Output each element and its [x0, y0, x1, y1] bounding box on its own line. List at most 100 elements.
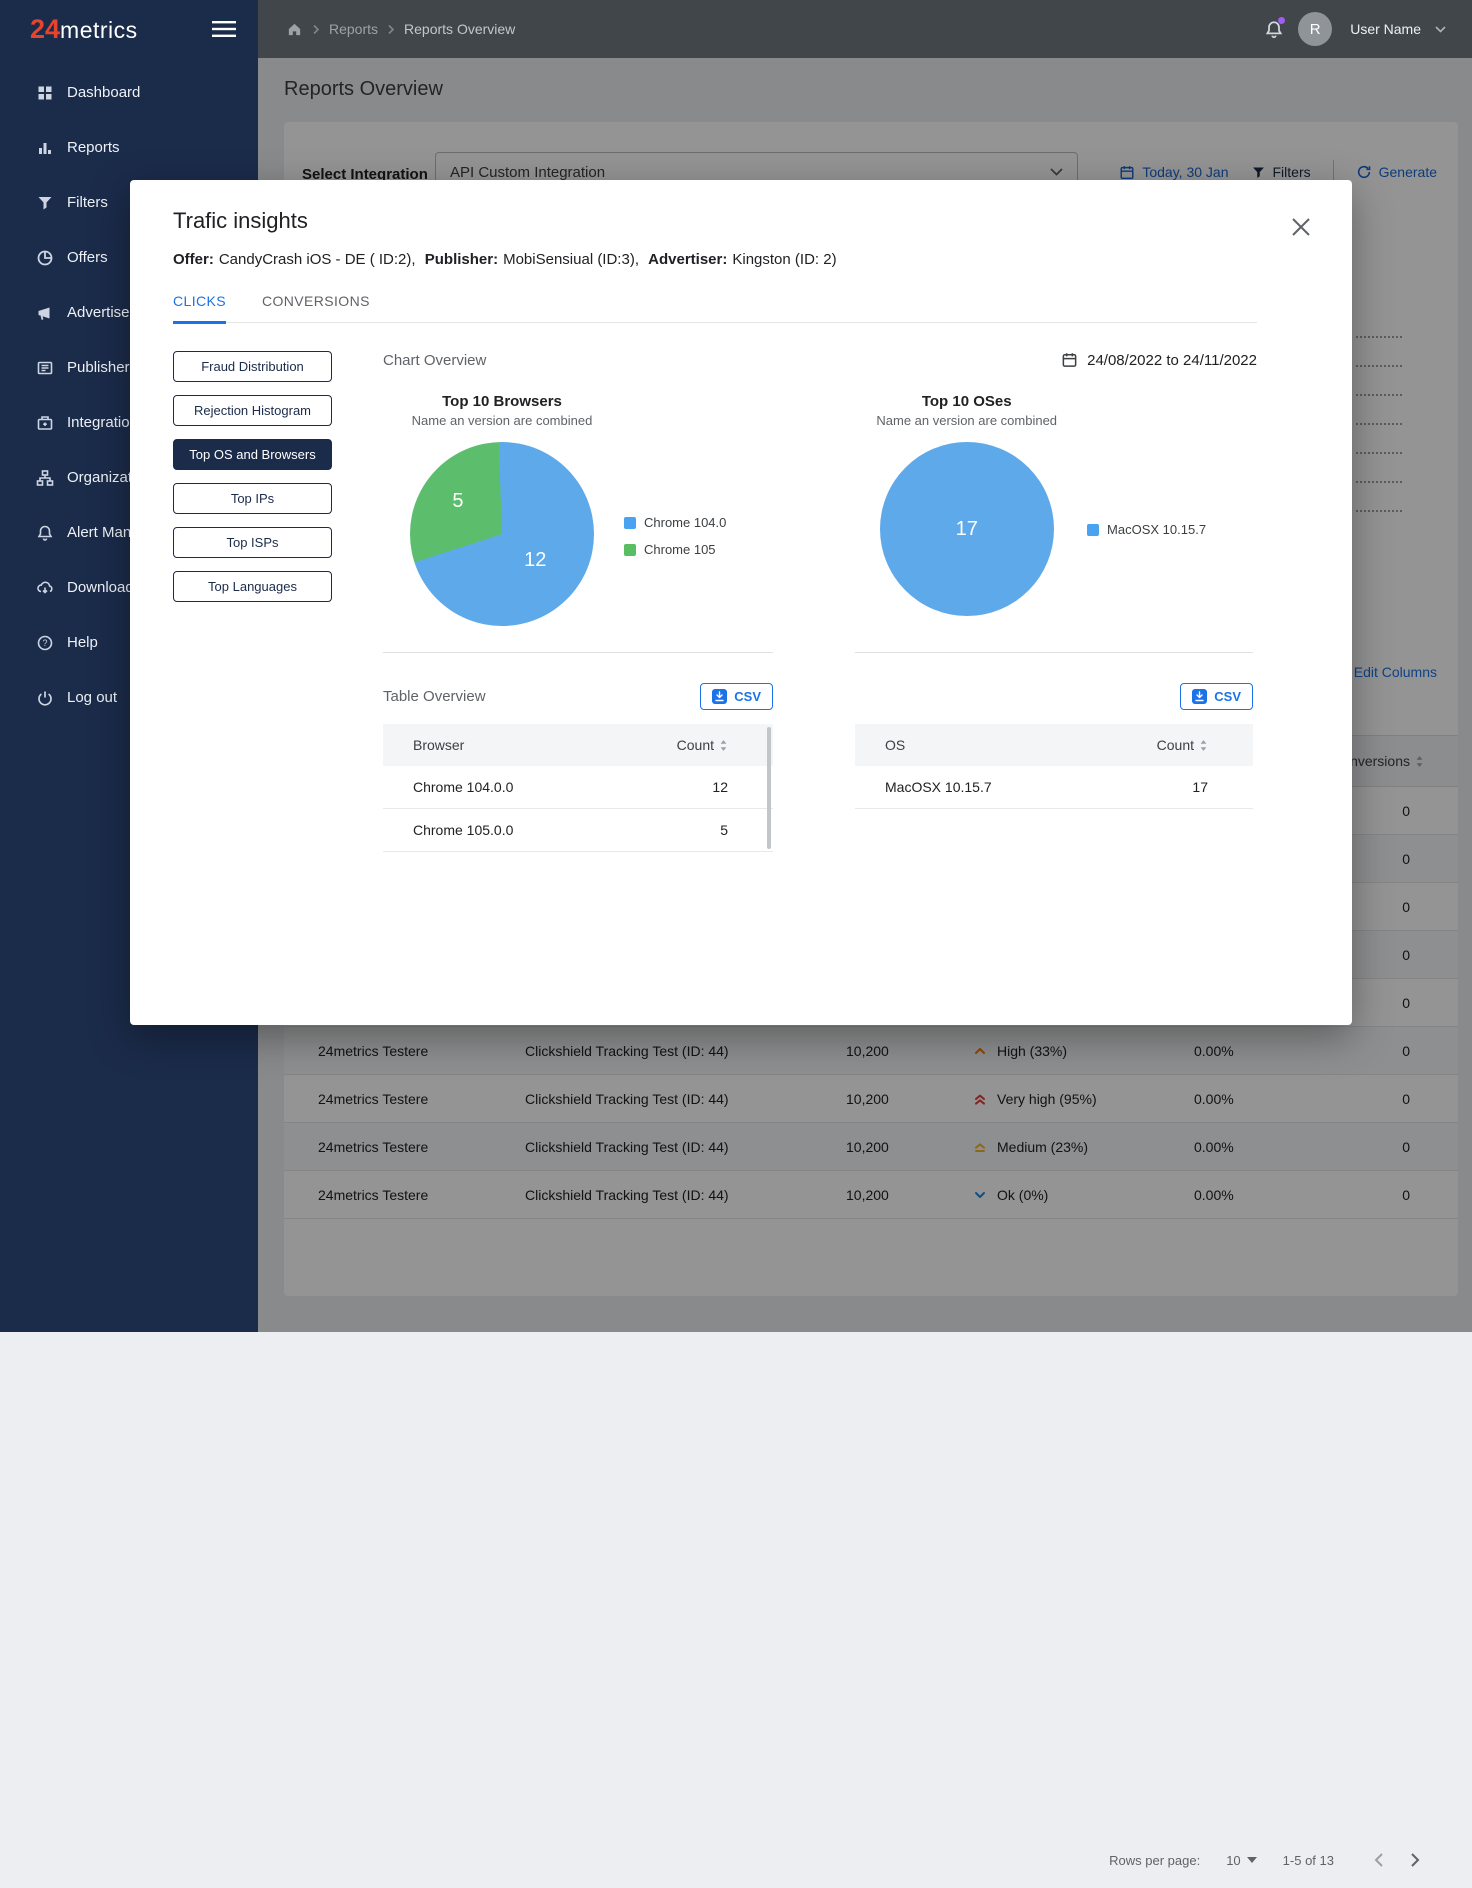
- legend-swatch-blue: [624, 517, 636, 529]
- rejection-histogram-button[interactable]: Rejection Histogram: [173, 395, 332, 426]
- sidebar-item-label: Reports: [67, 139, 120, 156]
- oses-chart: Top 10 OSes Name an version are combined…: [876, 393, 1206, 626]
- advertiser-value: Kingston (ID: 2): [732, 251, 836, 268]
- dashboard-icon: [36, 84, 54, 102]
- breadcrumb: Reports Reports Overview: [286, 21, 515, 37]
- topbar-right: R User Name: [1264, 12, 1446, 46]
- home-icon[interactable]: [286, 21, 303, 37]
- calendar-icon: [1061, 351, 1078, 369]
- avatar[interactable]: R: [1298, 12, 1332, 46]
- rows-per-page-label: Rows per page:: [1109, 1853, 1200, 1868]
- tab-clicks[interactable]: CLICKS: [173, 293, 226, 324]
- top-os-browsers-button[interactable]: Top OS and Browsers: [173, 439, 332, 470]
- csv-export-button[interactable]: CSV: [1180, 683, 1253, 710]
- offer-value: CandyCrash iOS - DE ( ID:2),: [219, 251, 416, 268]
- traffic-insights-modal: Trafic insights Offer: CandyCrash iOS - D…: [130, 180, 1352, 1025]
- table-overview-label: Table Overview: [383, 688, 486, 705]
- sitemap-icon: [36, 469, 54, 487]
- rows-per-page-select[interactable]: 10: [1226, 1853, 1256, 1868]
- sidebar-item-label: Filters: [67, 194, 108, 211]
- user-name[interactable]: User Name: [1350, 21, 1421, 37]
- hamburger-menu-icon[interactable]: [212, 20, 236, 38]
- breadcrumb-current: Reports Overview: [404, 21, 515, 37]
- browsers-chart-subtitle: Name an version are combined: [412, 413, 593, 428]
- notification-dot: [1278, 17, 1285, 24]
- pie-slice-value: 12: [524, 549, 546, 572]
- next-page-icon[interactable]: [1410, 1852, 1420, 1868]
- top-isps-button[interactable]: Top ISPs: [173, 527, 332, 558]
- oses-pie-chart: 17: [880, 442, 1054, 616]
- sidebar-item-label: Publishers: [67, 359, 137, 376]
- modal-date-range[interactable]: 24/08/2022 to 24/11/2022: [1061, 351, 1257, 369]
- table-row: Chrome 104.0.0 12: [383, 766, 773, 809]
- date-range-value: 24/08/2022 to 24/11/2022: [1087, 352, 1257, 369]
- logo-row: 24 metrics: [0, 0, 258, 58]
- pie-icon: [36, 249, 54, 267]
- browsers-chart: Top 10 Browsers Name an version are comb…: [410, 393, 726, 626]
- pagination: Rows per page: 10 1-5 of 13: [284, 1832, 1458, 1888]
- rows-per-page-value: 10: [1226, 1853, 1240, 1868]
- brand-accent: 24: [30, 14, 60, 45]
- page-range: 1-5 of 13: [1283, 1853, 1334, 1868]
- download-icon: [1192, 689, 1207, 704]
- browser-column-header: Browser: [413, 737, 464, 753]
- oses-chart-title: Top 10 OSes: [922, 393, 1012, 410]
- count-cell: 5: [720, 822, 728, 838]
- insight-type-buttons: Fraud Distribution Rejection Histogram T…: [173, 351, 332, 852]
- caret-down-icon: [1247, 1857, 1257, 1863]
- sidebar-item-dashboard[interactable]: Dashboard: [0, 65, 258, 120]
- browsers-table-section: Table Overview CSV Browser Count: [383, 652, 773, 852]
- browser-cell: Chrome 105.0.0: [413, 822, 513, 838]
- oses-chart-subtitle: Name an version are combined: [876, 413, 1057, 428]
- browsers-pie-chart: 5 12: [410, 442, 594, 626]
- close-icon[interactable]: [1290, 216, 1312, 238]
- publisher-value: MobiSensiual (ID:3),: [503, 251, 639, 268]
- os-column-header: OS: [885, 737, 905, 753]
- offer-label: Offer:: [173, 251, 214, 268]
- count-column-header[interactable]: Count: [1157, 737, 1208, 753]
- top-ips-button[interactable]: Top IPs: [173, 483, 332, 514]
- sidebar-item-label: Help: [67, 634, 98, 651]
- count-header-label: Count: [677, 737, 714, 753]
- top-languages-button[interactable]: Top Languages: [173, 571, 332, 602]
- brand-name: metrics: [60, 17, 138, 44]
- sort-icon: [719, 739, 728, 752]
- breadcrumb-reports[interactable]: Reports: [329, 21, 378, 37]
- sidebar-item-label: Log out: [67, 689, 117, 706]
- prev-page-icon[interactable]: [1374, 1852, 1384, 1868]
- bar-chart-icon: [36, 139, 54, 157]
- fraud-distribution-button[interactable]: Fraud Distribution: [173, 351, 332, 382]
- pie-slice-value: 17: [956, 518, 978, 541]
- count-header-label: Count: [1157, 737, 1194, 753]
- publisher-label: Publisher:: [425, 251, 498, 268]
- sort-icon: [1199, 739, 1208, 752]
- csv-label: CSV: [734, 689, 761, 704]
- table-row: MacOSX 10.15.7 17: [855, 766, 1253, 809]
- modal-subtitle: Offer: CandyCrash iOS - DE ( ID:2), Publi…: [173, 251, 1257, 268]
- legend-label: MacOSX 10.15.7: [1107, 522, 1206, 537]
- os-cell: MacOSX 10.15.7: [885, 779, 992, 795]
- help-icon: ?: [36, 634, 54, 652]
- avatar-initial: R: [1310, 21, 1321, 38]
- oses-table-section: CSV OS Count MacOSX 10.15.7: [855, 652, 1253, 852]
- download-icon: [712, 689, 727, 704]
- chevron-down-icon[interactable]: [1435, 26, 1446, 33]
- modal-title: Trafic insights: [173, 208, 1257, 234]
- power-icon: [36, 689, 54, 707]
- integration-icon: [36, 414, 54, 432]
- csv-export-button[interactable]: CSV: [700, 683, 773, 710]
- pie-slice-value: 5: [452, 490, 463, 513]
- browsers-table: Browser Count Chrome 104.0.0 12 Chrome 1…: [383, 724, 773, 852]
- oses-table: OS Count MacOSX 10.15.7 17: [855, 724, 1253, 809]
- legend-label: Chrome 104.0: [644, 515, 726, 530]
- advertiser-label: Advertiser:: [648, 251, 727, 268]
- notifications-bell-icon[interactable]: [1264, 19, 1284, 40]
- brand-logo[interactable]: 24 metrics: [30, 14, 138, 45]
- sidebar-item-reports[interactable]: Reports: [0, 120, 258, 175]
- table-row: Chrome 105.0.0 5: [383, 809, 773, 852]
- count-cell: 12: [712, 779, 728, 795]
- tab-conversions[interactable]: CONVERSIONS: [262, 293, 370, 324]
- count-column-header[interactable]: Count: [677, 737, 728, 753]
- chevron-right-icon: [312, 24, 320, 35]
- bell-icon: [36, 524, 54, 542]
